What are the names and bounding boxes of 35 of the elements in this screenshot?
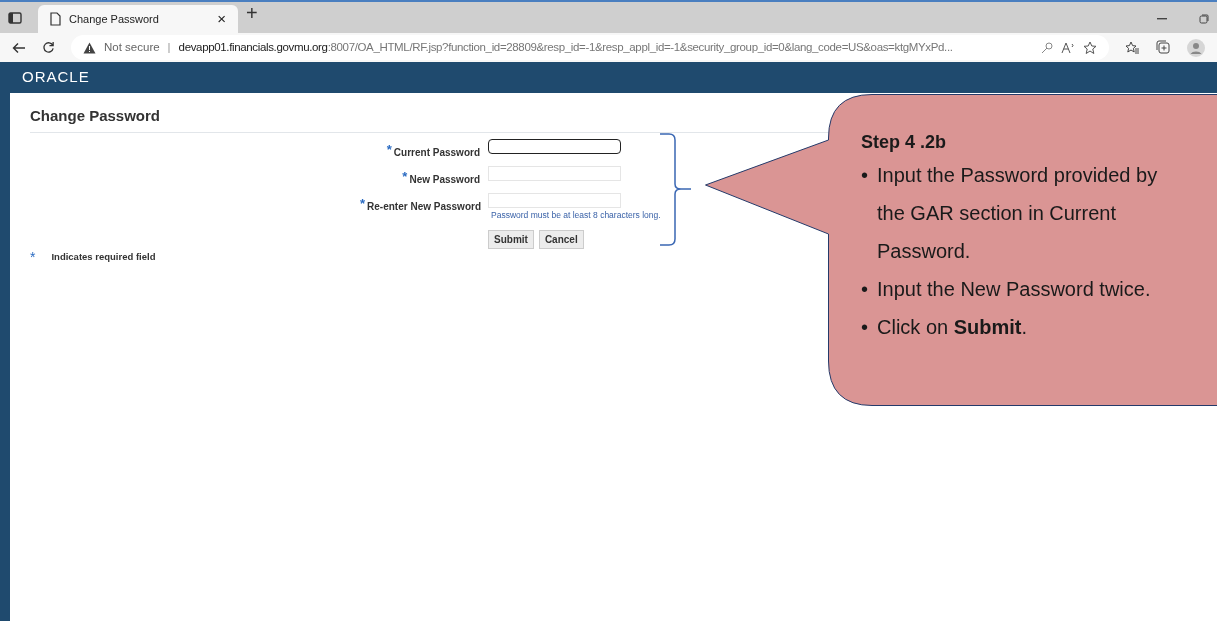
reload-icon[interactable] bbox=[42, 41, 55, 54]
tab-actions-icon[interactable] bbox=[8, 12, 22, 24]
browser-tab[interactable]: Change Password × bbox=[38, 5, 238, 33]
password-field[interactable] bbox=[488, 138, 621, 154]
bullet-mark: • bbox=[861, 163, 869, 188]
required-mark: * bbox=[30, 248, 36, 268]
profile-avatar-icon[interactable] bbox=[1187, 38, 1205, 57]
back-icon[interactable] bbox=[12, 41, 26, 54]
bullet-mark: • bbox=[861, 315, 869, 340]
read-aloud-icon[interactable] bbox=[1061, 41, 1075, 54]
minimize-icon[interactable] bbox=[1157, 18, 1167, 20]
address-bar[interactable]: Not secure | devapp01.financials.govmu.org:8007/OA_HTML/RF.jsp?function_id=28809&resp_id=-1&resp_appl_id=-1&security_group_id=0&lang_code=US&oas=ktgMYxPd... bbox=[71, 35, 1109, 60]
new-tab-button[interactable]: + bbox=[246, 2, 258, 28]
collections-icon[interactable] bbox=[1156, 40, 1171, 55]
oracle-logo: ORACLE bbox=[22, 67, 90, 88]
warning-icon bbox=[83, 41, 96, 54]
url-text: devapp01.financials.govmu.org:8007/OA_HTML/RF.jsp?function_id=28809&resp_id=-1&resp_appl_id=-1&security_group_id=0&lang_code=US&oas=ktgMYxPd... bbox=[178, 39, 953, 55]
favorites-icon[interactable] bbox=[1125, 40, 1140, 55]
key-icon[interactable] bbox=[1041, 41, 1053, 54]
callout-title: Step 4 .2b bbox=[861, 131, 948, 154]
page-icon bbox=[50, 12, 61, 26]
form-button[interactable]: Submit bbox=[488, 230, 534, 250]
tab-title: Change Password bbox=[69, 11, 160, 27]
bullet-mark: • bbox=[861, 277, 869, 302]
password-hint: Password must be at least 8 characters long. bbox=[491, 208, 661, 222]
callout-text: Input the New Password twice. bbox=[877, 277, 1152, 302]
required-legend: Indicates required field bbox=[51, 250, 156, 265]
address-separator: | bbox=[167, 39, 171, 55]
security-label: Not secure bbox=[104, 39, 160, 55]
tab-close-button[interactable]: × bbox=[217, 7, 226, 31]
restore-icon[interactable] bbox=[1199, 14, 1209, 24]
callout-text: Input the Password provided by the GAR section in Current Password. bbox=[877, 163, 1159, 264]
form-button[interactable]: Cancel bbox=[538, 230, 584, 250]
star-add-icon[interactable] bbox=[1083, 40, 1097, 55]
callout-text: Click on Submit. bbox=[877, 315, 1029, 340]
